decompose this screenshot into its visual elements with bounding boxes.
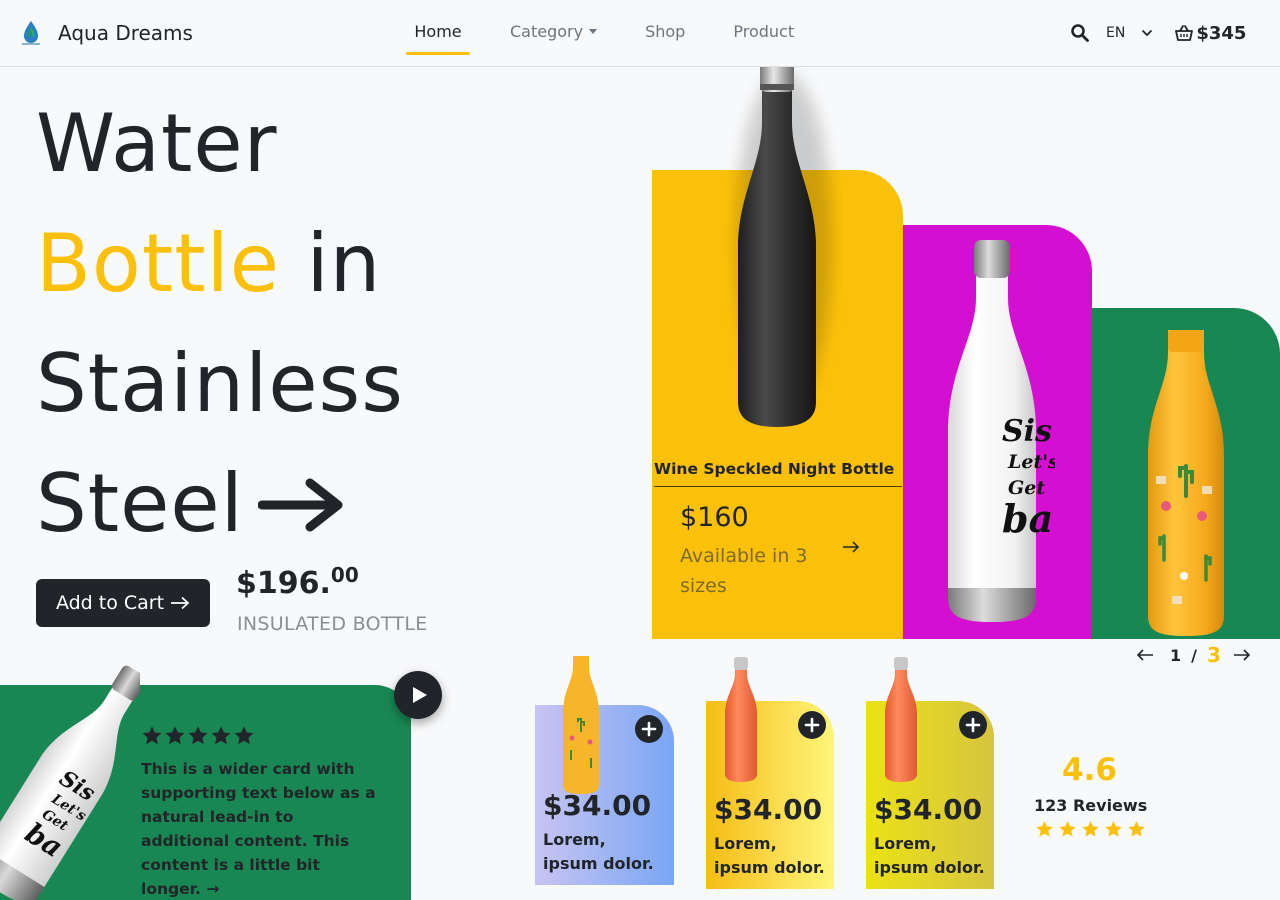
nav-actions: EN $345 (1070, 20, 1246, 46)
play-icon (412, 687, 427, 703)
star-icon (165, 726, 185, 745)
pager-total: 3 (1206, 643, 1221, 667)
product-1-desc: Lorem, ipsum dolor. (543, 830, 654, 873)
pager-current: 1 (1170, 645, 1182, 665)
featured-product-price: $160 (680, 502, 749, 533)
brand[interactable]: Aqua Dreams (16, 18, 193, 48)
hero-title-line-4: Steel (36, 444, 404, 564)
hero-title-line-1: Water (36, 97, 278, 190)
white-bottle-image: Sis Let's Get ba (948, 240, 1055, 622)
star-icon (1128, 821, 1145, 837)
nav-link-category-label: Category (510, 22, 584, 41)
product-3-desc: Lorem, ipsum dolor. (874, 834, 985, 877)
arrow-right-icon (171, 596, 190, 610)
svg-text:ba: ba (1002, 496, 1053, 541)
hero-title-accent: Bottle (36, 217, 281, 310)
star-icon (234, 726, 254, 745)
add-to-cart-button[interactable]: Add to Cart (36, 579, 210, 627)
nav-link-shop[interactable]: Shop (645, 0, 685, 67)
star-icon (1059, 821, 1076, 837)
hero-price-label: INSULATED BOTTLE (237, 613, 428, 635)
search-icon[interactable] (1070, 23, 1090, 43)
featured-product-name[interactable]: Wine Speckled Night Bottle (654, 460, 902, 487)
yellow-cactus-bottle-image (1148, 330, 1224, 636)
add-product-2-button[interactable] (798, 711, 826, 739)
review-stars (141, 725, 255, 747)
yellow-cactus-bottle-thumb (563, 656, 599, 794)
star-icon (142, 726, 162, 745)
nav-link-home[interactable]: Home (406, 0, 470, 67)
main-nav: Home Category Shop Product (406, 0, 794, 67)
navbar: Aqua Dreams Home Category Shop Product E… (0, 0, 1280, 67)
product-1-price: $34.00 (543, 789, 652, 822)
orange-bottle-thumb (725, 657, 757, 782)
cart-total: $345 (1196, 22, 1247, 44)
plus-icon (641, 721, 657, 737)
brand-name: Aqua Dreams (58, 21, 193, 45)
hero-title: Water Bottle in Stainless Steel (36, 84, 404, 564)
hero-title-line-4-text: Steel (36, 457, 244, 550)
arrow-left-icon[interactable] (1136, 648, 1154, 662)
add-product-1-button[interactable] (635, 715, 663, 743)
basket-icon (1175, 25, 1194, 41)
featured-availability: Available in 3 sizes (680, 545, 808, 597)
cart-button[interactable]: $345 (1175, 23, 1246, 44)
star-icon (1036, 821, 1053, 837)
nav-link-category[interactable]: Category (510, 0, 598, 67)
svg-text:Let's: Let's (1007, 451, 1055, 473)
hero-title-line-2-rest: in (280, 217, 382, 310)
pager-separator: / (1191, 645, 1197, 665)
language-select[interactable]: EN (1106, 25, 1125, 41)
star-icon (1082, 821, 1099, 837)
arrow-right-icon[interactable] (842, 540, 860, 554)
arrow-right-icon[interactable] (257, 477, 346, 533)
svg-text:Sis: Sis (1002, 414, 1052, 449)
plus-icon (965, 717, 981, 733)
white-bottle-tilted-image: Sis Let's Get ba (0, 665, 140, 900)
carousel-pager: 1 / 3 (1136, 642, 1251, 668)
rating-stars (1035, 820, 1146, 839)
rating-value: 4.6 (1062, 752, 1117, 788)
star-icon (1105, 821, 1122, 837)
star-icon (211, 726, 231, 745)
product-2-desc: Lorem, ipsum dolor. (714, 834, 825, 877)
hero-price-main: $196. (236, 566, 331, 601)
review-text[interactable]: This is a wider card with supporting tex… (141, 757, 381, 900)
hero-price-cents: 00 (330, 563, 359, 587)
plus-icon (804, 717, 820, 733)
caret-down-icon (589, 28, 598, 34)
arrow-right-icon[interactable] (1233, 648, 1251, 662)
hero-price: $196.00 (236, 563, 359, 601)
hero-title-line-2: Bottle in (36, 204, 404, 324)
add-product-3-button[interactable] (959, 711, 987, 739)
product-3-price: $34.00 (874, 793, 983, 826)
play-video-button[interactable] (394, 671, 442, 719)
chevron-down-icon[interactable] (1141, 27, 1153, 39)
nav-link-product[interactable]: Product (733, 0, 794, 67)
star-icon (188, 726, 208, 745)
rating-count[interactable]: 123 Reviews (1034, 796, 1147, 815)
orange-bottle-thumb (885, 657, 917, 782)
product-2-price: $34.00 (714, 793, 823, 826)
hero-title-line-3: Stainless (36, 337, 404, 430)
add-to-cart-label: Add to Cart (55, 592, 165, 614)
leaf-drop-logo-icon (22, 21, 40, 45)
black-bottle-image (736, 46, 832, 427)
